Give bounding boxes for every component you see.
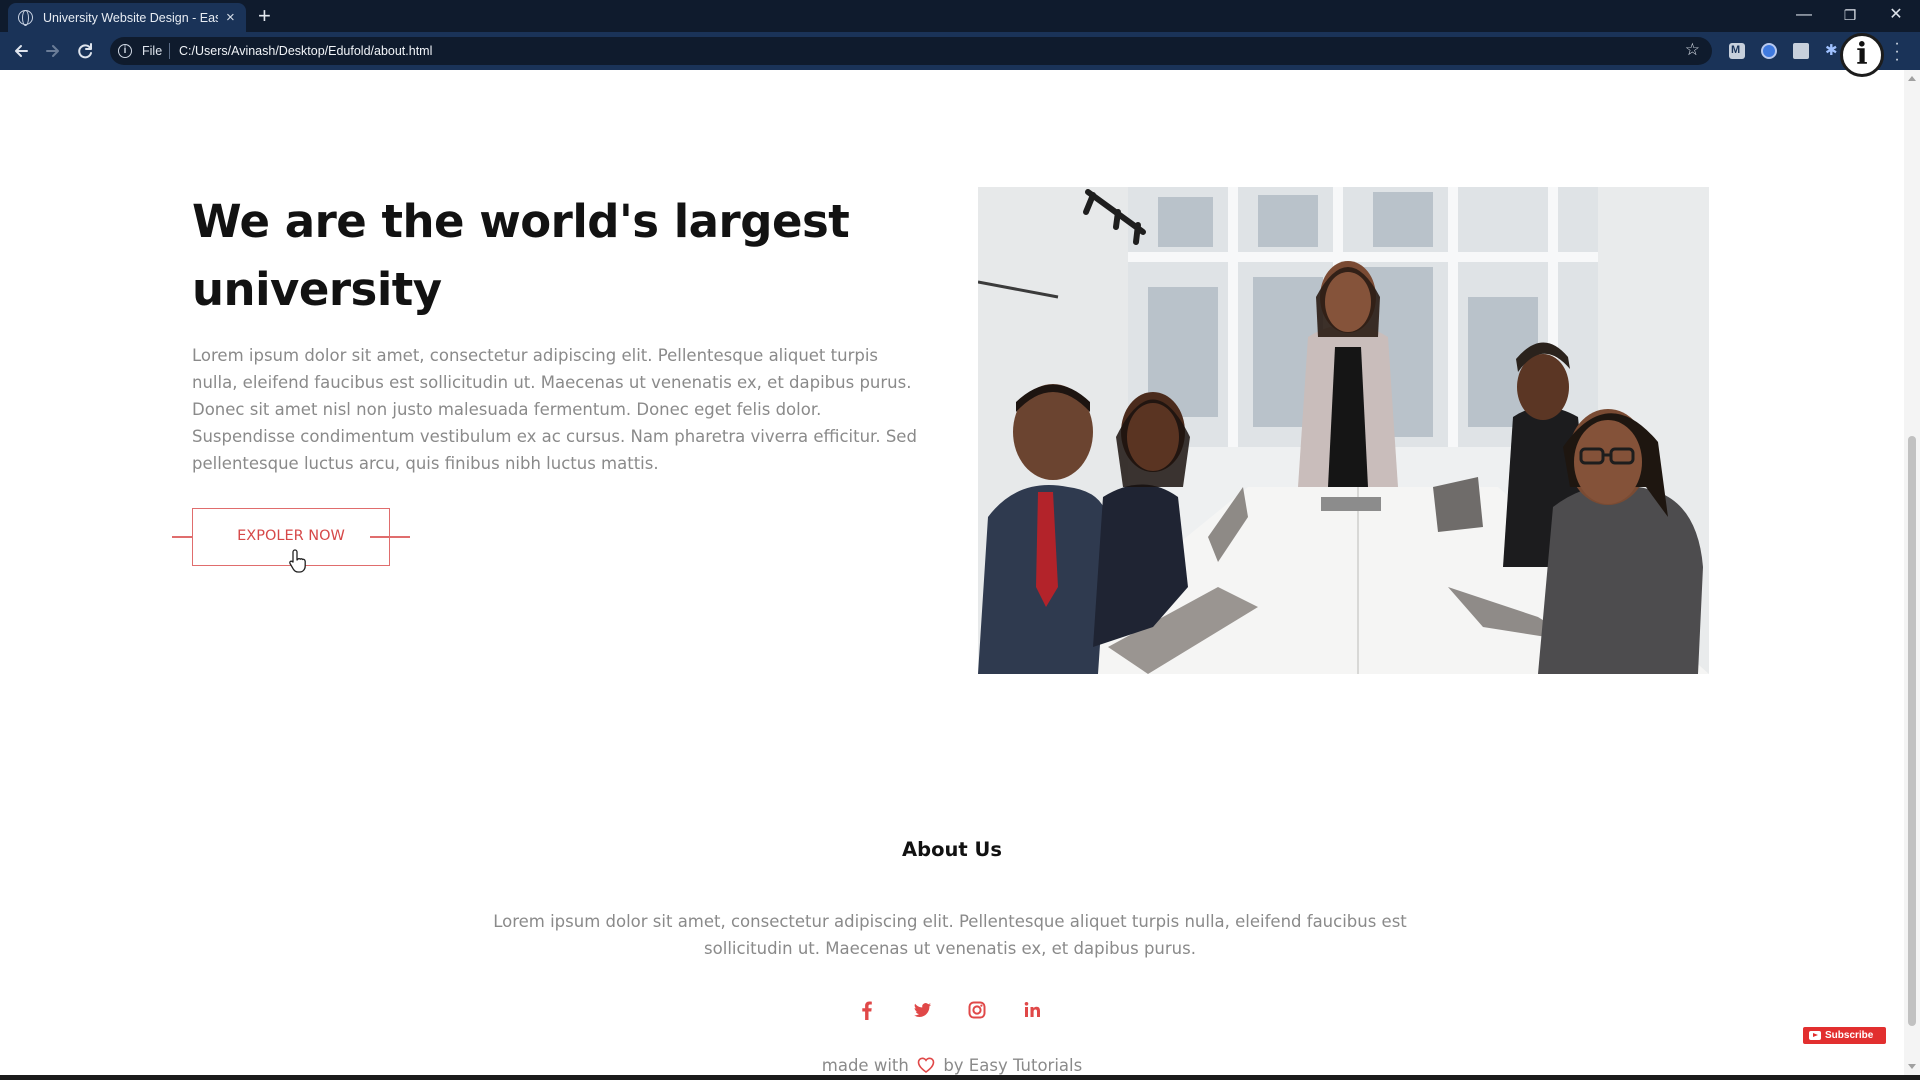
youtube-subscribe-button[interactable]: Subscribe bbox=[1803, 1027, 1886, 1044]
facebook-icon[interactable] bbox=[853, 996, 881, 1024]
footer-credit: made with by Easy Tutorials bbox=[0, 1056, 1904, 1075]
kebab-menu-icon[interactable]: · · · bbox=[1892, 36, 1902, 68]
about-paragraph: Lorem ipsum dolor sit amet, consectetur … bbox=[493, 912, 1407, 958]
hero-headline-line2: university bbox=[192, 263, 442, 316]
tab-close-button[interactable]: × bbox=[226, 9, 235, 26]
team-meeting-photo bbox=[978, 187, 1709, 674]
extension-icon[interactable]: ✱ bbox=[1825, 43, 1841, 59]
button-decor-line-right bbox=[370, 536, 410, 538]
footer-made-with: made with bbox=[821, 1056, 909, 1075]
window-close-button[interactable]: ✕ bbox=[1876, 2, 1916, 28]
vertical-scrollbar[interactable] bbox=[1904, 70, 1920, 1075]
star-icon[interactable]: ☆ bbox=[1685, 40, 1700, 60]
about-title: About Us bbox=[902, 838, 1002, 861]
info-badge-icon[interactable]: i bbox=[1840, 33, 1884, 77]
info-icon[interactable]: i bbox=[118, 44, 132, 58]
heart-icon bbox=[917, 1056, 935, 1075]
twitter-icon[interactable] bbox=[908, 996, 936, 1024]
window-minimize-button[interactable]: — bbox=[1784, 2, 1824, 28]
globe-icon bbox=[18, 10, 33, 26]
forward-arrow-icon[interactable] bbox=[40, 38, 66, 64]
tab-title: University Website Design - Easy bbox=[43, 10, 218, 25]
circle-extension-icon[interactable] bbox=[1761, 43, 1777, 59]
instagram-icon[interactable] bbox=[963, 996, 991, 1024]
camera-extension-icon[interactable] bbox=[1793, 43, 1809, 59]
hero-paragraph: Lorem ipsum dolor sit amet, consectetur … bbox=[192, 346, 917, 473]
scrollbar-thumb[interactable] bbox=[1908, 436, 1916, 1026]
reload-icon[interactable] bbox=[72, 38, 98, 64]
address-bar[interactable]: i File C:/Users/Avinash/Desktop/Edufold/… bbox=[110, 37, 1712, 65]
youtube-play-icon bbox=[1809, 1031, 1821, 1040]
linkedin-icon[interactable] bbox=[1018, 996, 1046, 1024]
new-tab-button[interactable]: + bbox=[258, 4, 271, 28]
bottom-frame-strip bbox=[0, 1075, 1920, 1080]
security-label: File bbox=[142, 44, 163, 58]
scroll-down-arrow-icon[interactable] bbox=[1908, 1064, 1916, 1069]
back-arrow-icon[interactable] bbox=[8, 38, 34, 64]
window-restore-button[interactable]: ❐ bbox=[1830, 2, 1870, 28]
hero-headline: We are the world's largest university bbox=[192, 188, 952, 324]
browser-toolbar: i File C:/Users/Avinash/Desktop/Edufold/… bbox=[0, 32, 1920, 70]
browser-tab-strip: University Website Design - Easy × + — ❐… bbox=[0, 0, 1920, 32]
browser-tab[interactable]: University Website Design - Easy × bbox=[8, 3, 246, 32]
url-text[interactable]: C:/Users/Avinash/Desktop/Edufold/about.h… bbox=[179, 44, 432, 58]
gmail-extension-icon[interactable] bbox=[1729, 43, 1745, 59]
hand-cursor-icon bbox=[289, 549, 306, 573]
hero-headline-line1: We are the world's largest bbox=[192, 195, 850, 248]
footer-by-author: by Easy Tutorials bbox=[943, 1056, 1083, 1075]
scroll-up-arrow-icon[interactable] bbox=[1908, 76, 1916, 81]
subscribe-label: Subscribe bbox=[1825, 1030, 1874, 1041]
omnibox-separator bbox=[169, 43, 170, 59]
